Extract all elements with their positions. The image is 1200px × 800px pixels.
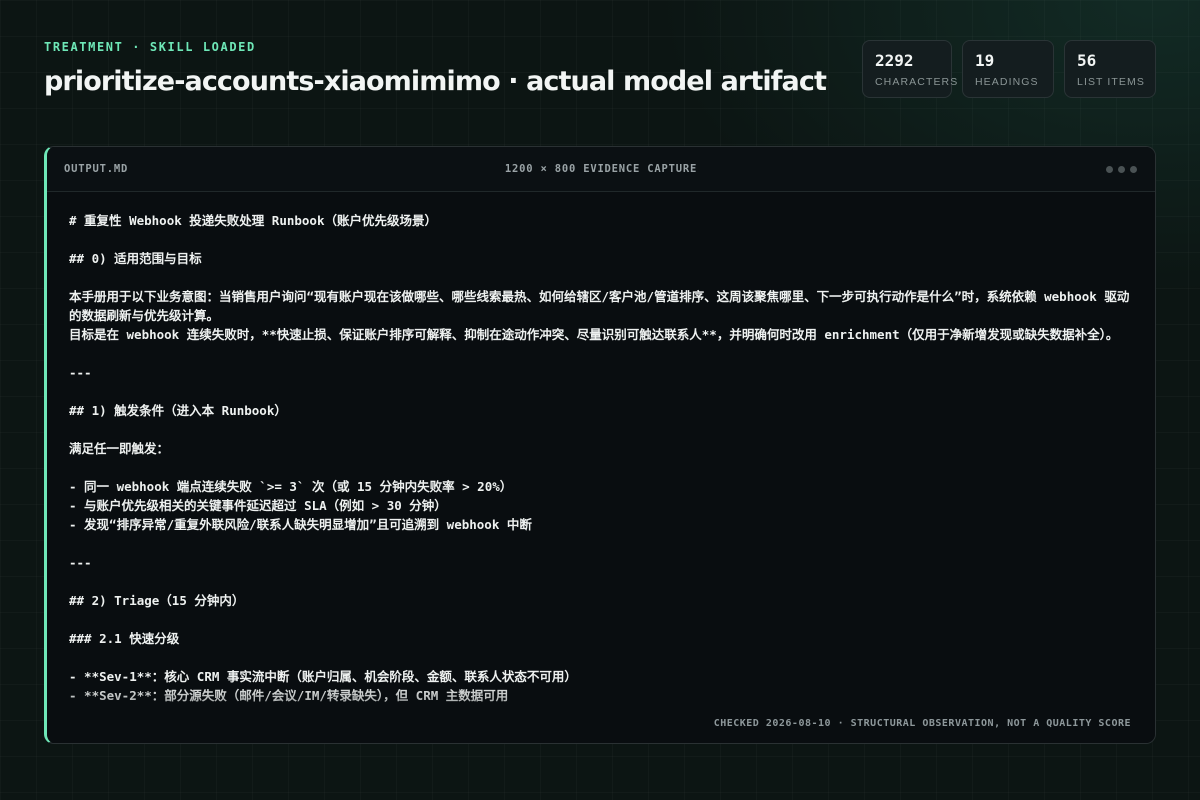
stat-value: 19 [975, 51, 995, 70]
markdown-line: 本手册用于以下业务意图：当销售用户询问“现有账户现在该做哪些、哪些线索最热、如何… [69, 289, 1130, 323]
markdown-line [69, 572, 1133, 591]
markdown-content[interactable]: # 重复性 Webhook 投递失败处理 Runbook（账户优先级场景） ## … [69, 211, 1133, 743]
markdown-line: - 与账户优先级相关的关键事件延迟超过 SLA（例如 > 30 分钟） [69, 498, 447, 513]
markdown-line: ## 2) Triage（15 分钟内） [69, 593, 245, 608]
markdown-line: - **Sev-2**：部分源失败（邮件/会议/IM/转录缺失），但 CRM 主… [69, 688, 509, 703]
dot-icon [1106, 166, 1113, 173]
markdown-line: 目标是在 webhook 连续失败时，**快速止损、保证账户排序可解释、抑制在途… [69, 327, 1119, 342]
page-title: prioritize-accounts-xiaomimimo · actual … [44, 66, 827, 97]
stat-card-headings: 19 HEADINGS [962, 40, 1054, 98]
window-dots [1106, 166, 1137, 173]
markdown-line: 满足任一即触发： [69, 441, 170, 456]
eyebrow-label: TREATMENT · SKILL LOADED [44, 40, 256, 54]
markdown-line: ## 0) 适用范围与目标 [69, 251, 202, 266]
dot-icon [1118, 166, 1125, 173]
markdown-line [69, 268, 1133, 287]
stat-card-characters: 2292 CHARACTERS [862, 40, 959, 98]
footer-note: CHECKED 2026-08-10 · STRUCTURAL OBSERVAT… [713, 718, 1131, 729]
stat-label: HEADINGS [975, 76, 1039, 88]
markdown-line: - 同一 webhook 端点连续失败 `>= 3` 次（或 15 分钟内失败率… [69, 479, 513, 494]
stat-value: 2292 [875, 51, 914, 70]
stat-label: CHARACTERS [875, 76, 959, 88]
stat-label: LIST ITEMS [1077, 76, 1145, 88]
markdown-line [69, 382, 1133, 401]
markdown-line [69, 420, 1133, 439]
output-panel: OUTPUT.MD 1200 × 800 EVIDENCE CAPTURE # … [44, 146, 1156, 744]
markdown-line [69, 648, 1133, 667]
markdown-line: ### 2.1 快速分级 [69, 631, 180, 646]
markdown-line: # 重复性 Webhook 投递失败处理 Runbook（账户优先级场景） [69, 213, 437, 228]
markdown-line [69, 344, 1133, 363]
stat-card-list-items: 56 LIST ITEMS [1064, 40, 1156, 98]
panel-header: OUTPUT.MD 1200 × 800 EVIDENCE CAPTURE [47, 147, 1155, 192]
dot-icon [1130, 166, 1137, 173]
markdown-line: --- [69, 555, 92, 570]
markdown-line [69, 534, 1133, 553]
stats-group: 2292 CHARACTERS 19 HEADINGS 56 LIST ITEM… [862, 40, 1156, 98]
markdown-line: --- [69, 365, 92, 380]
stat-value: 56 [1077, 51, 1097, 70]
markdown-line: - **Sev-1**：核心 CRM 事实流中断（账户归属、机会阶段、金额、联系… [69, 669, 577, 684]
markdown-line [69, 230, 1133, 249]
panel-caption: 1200 × 800 EVIDENCE CAPTURE [504, 163, 698, 175]
markdown-line [69, 610, 1133, 629]
markdown-line: - 发现“排序异常/重复外联风险/联系人缺失明显增加”且可追溯到 webhook… [69, 517, 532, 532]
markdown-line [69, 458, 1133, 477]
markdown-line: ## 1) 触发条件（进入本 Runbook） [69, 403, 287, 418]
